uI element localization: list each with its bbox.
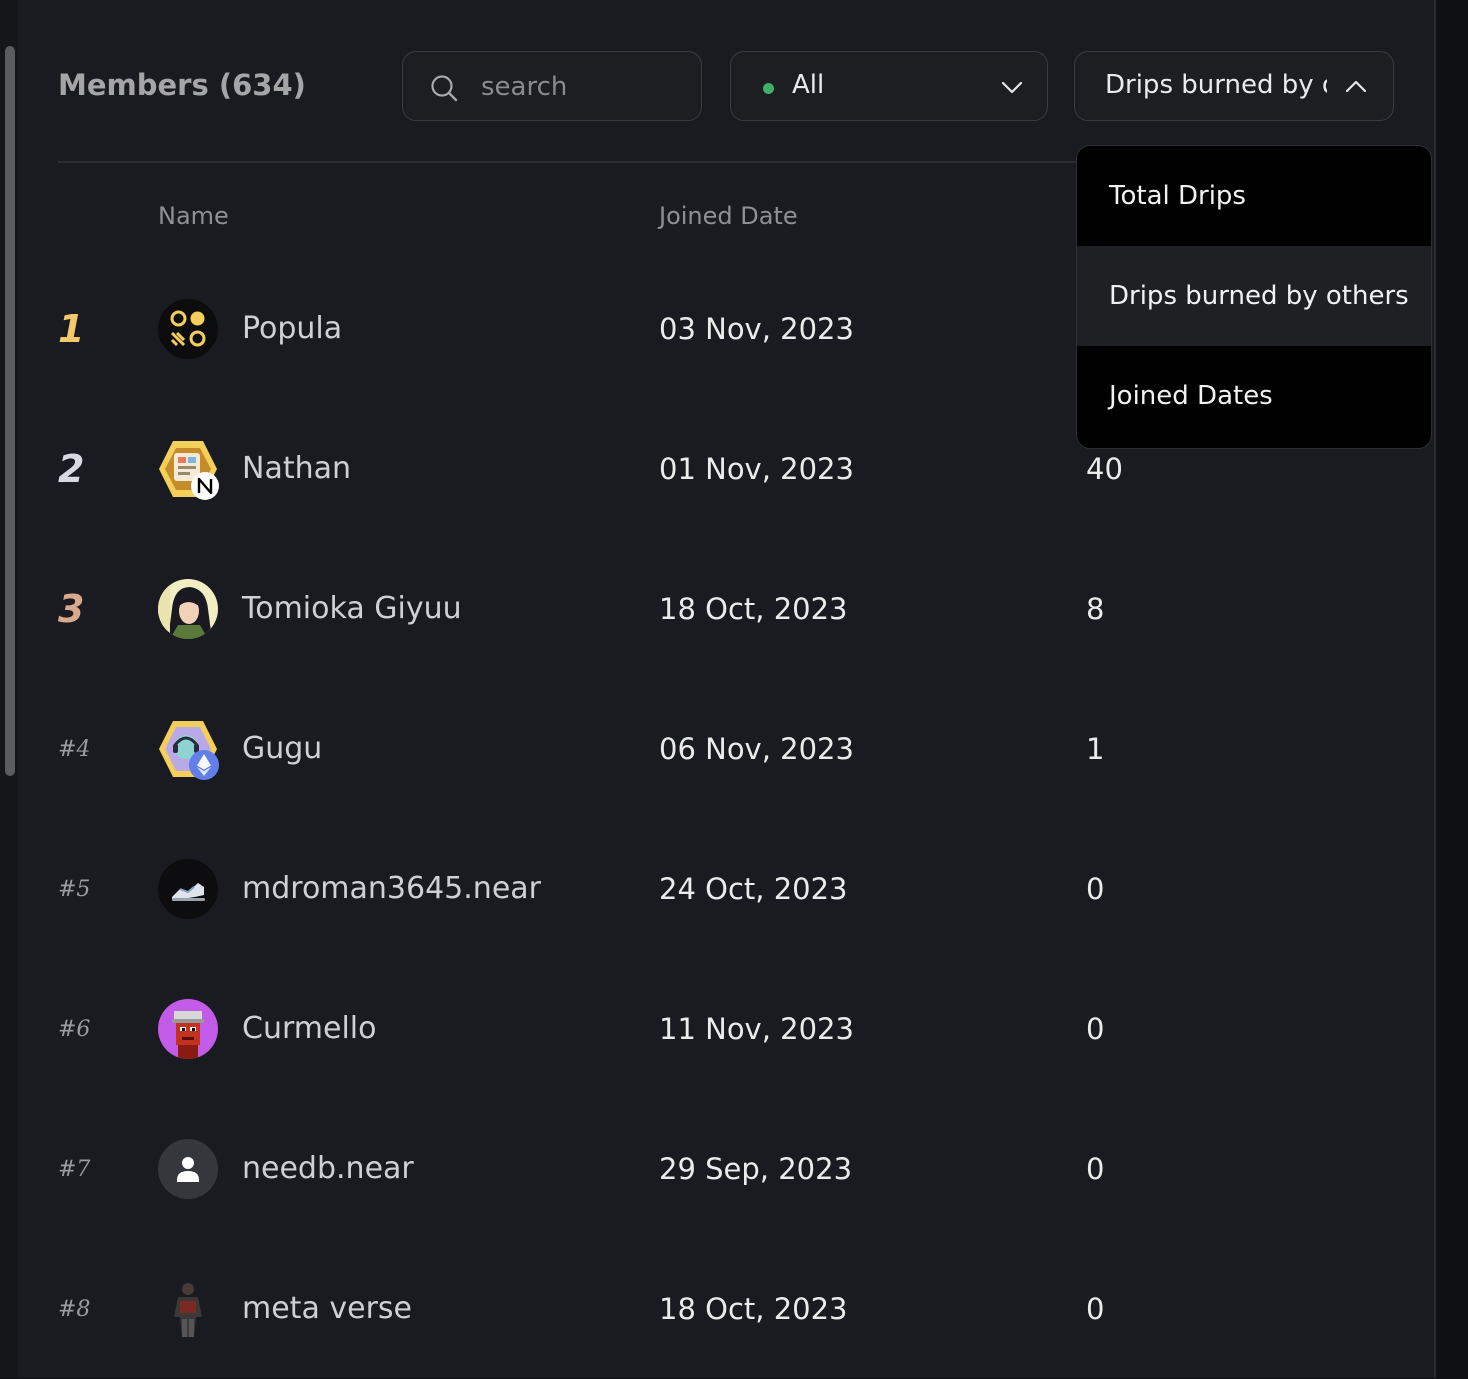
member-name[interactable]: Popula xyxy=(242,259,342,399)
sort-select-value: Drips burned by o xyxy=(1105,70,1327,100)
scrollbar-thumb[interactable] xyxy=(5,46,15,776)
sort-select[interactable]: Drips burned by o xyxy=(1074,51,1394,121)
table-row[interactable]: #6 Curmello 11 Nov, 2023 0 xyxy=(18,959,1434,1099)
drips-value: 0 xyxy=(1086,872,1105,906)
joined-date: 18 Oct, 2023 xyxy=(659,592,848,626)
table-row[interactable]: #7 needb.near 29 Sep, 2023 0 xyxy=(18,1099,1434,1239)
member-name[interactable]: needb.near xyxy=(242,1099,414,1239)
drips-value: 1 xyxy=(1086,732,1105,766)
chevron-down-icon xyxy=(1001,81,1023,94)
joined-date: 29 Sep, 2023 xyxy=(659,1152,853,1186)
panel-edge xyxy=(1434,0,1436,1378)
rank-label: 3 xyxy=(58,587,85,631)
member-name[interactable]: mdroman3645.near xyxy=(242,819,541,959)
rank-label: #4 xyxy=(58,736,91,762)
members-panel: Members (634) All Drips burned by o Name… xyxy=(18,0,1434,1378)
sort-option-joined-dates[interactable]: Joined Dates xyxy=(1077,346,1431,446)
search-input[interactable] xyxy=(479,70,683,104)
drips-value: 0 xyxy=(1086,1292,1105,1326)
rank-label: #8 xyxy=(58,1296,91,1322)
status-dot-icon xyxy=(763,83,774,94)
table-row[interactable]: 3 Tomioka Giyuu 18 Oct, 2023 8 xyxy=(18,539,1434,679)
rank-label: 2 xyxy=(58,447,85,491)
popula-logo-avatar[interactable] xyxy=(158,299,220,361)
table-row[interactable]: #8 meta verse 18 Oct, 2023 0 xyxy=(18,1239,1434,1379)
joined-date: 03 Nov, 2023 xyxy=(659,312,854,346)
warrior-figure-avatar[interactable] xyxy=(158,1279,220,1341)
sort-option-total-drips[interactable]: Total Drips xyxy=(1077,146,1431,246)
drips-value: 0 xyxy=(1086,1012,1105,1046)
sort-option-drips-burned-by-others[interactable]: Drips burned by others xyxy=(1077,246,1431,346)
near-badge-icon xyxy=(191,472,219,500)
hexagon-eth-avatar[interactable] xyxy=(158,719,220,781)
sort-dropdown-menu: Total Drips Drips burned by others Joine… xyxy=(1076,145,1432,449)
drips-value: 8 xyxy=(1086,592,1105,626)
sneaker-avatar[interactable] xyxy=(158,859,220,921)
column-header-joined-date: Joined Date xyxy=(659,202,798,230)
joined-date: 18 Oct, 2023 xyxy=(659,1292,848,1326)
member-name[interactable]: Nathan xyxy=(242,399,351,539)
table-row[interactable]: #4 Gugu 06 Nov, 2023 1 xyxy=(18,679,1434,819)
table-row[interactable]: #5 mdroman3645.near 24 Oct, 2023 0 xyxy=(18,819,1434,959)
column-header-name: Name xyxy=(158,202,229,230)
rank-label: #5 xyxy=(58,876,91,902)
pixel-character-avatar[interactable] xyxy=(158,999,220,1061)
joined-date: 24 Oct, 2023 xyxy=(659,872,848,906)
member-name[interactable]: meta verse xyxy=(242,1239,412,1379)
rank-label: 1 xyxy=(58,307,85,351)
default-user-avatar[interactable] xyxy=(158,1139,220,1201)
joined-date: 11 Nov, 2023 xyxy=(659,1012,854,1046)
anime-character-avatar[interactable] xyxy=(158,579,220,641)
scrollbar-track[interactable] xyxy=(0,0,18,1378)
search-icon xyxy=(431,75,458,102)
joined-date: 01 Nov, 2023 xyxy=(659,452,854,486)
rank-label: #6 xyxy=(58,1016,91,1042)
header-divider xyxy=(58,161,1088,163)
members-title: Members (634) xyxy=(58,68,306,102)
rank-label: #7 xyxy=(58,1156,91,1182)
hexagon-near-avatar[interactable] xyxy=(158,439,220,501)
member-name[interactable]: Tomioka Giyuu xyxy=(242,539,462,679)
joined-date: 06 Nov, 2023 xyxy=(659,732,854,766)
member-name[interactable]: Curmello xyxy=(242,959,376,1099)
member-name[interactable]: Gugu xyxy=(242,679,322,819)
search-box[interactable] xyxy=(402,51,702,121)
chevron-up-icon xyxy=(1345,80,1367,93)
drips-value: 0 xyxy=(1086,1152,1105,1186)
status-filter-select[interactable]: All xyxy=(730,51,1048,121)
status-filter-value: All xyxy=(792,70,825,100)
ethereum-badge-icon xyxy=(189,750,219,780)
